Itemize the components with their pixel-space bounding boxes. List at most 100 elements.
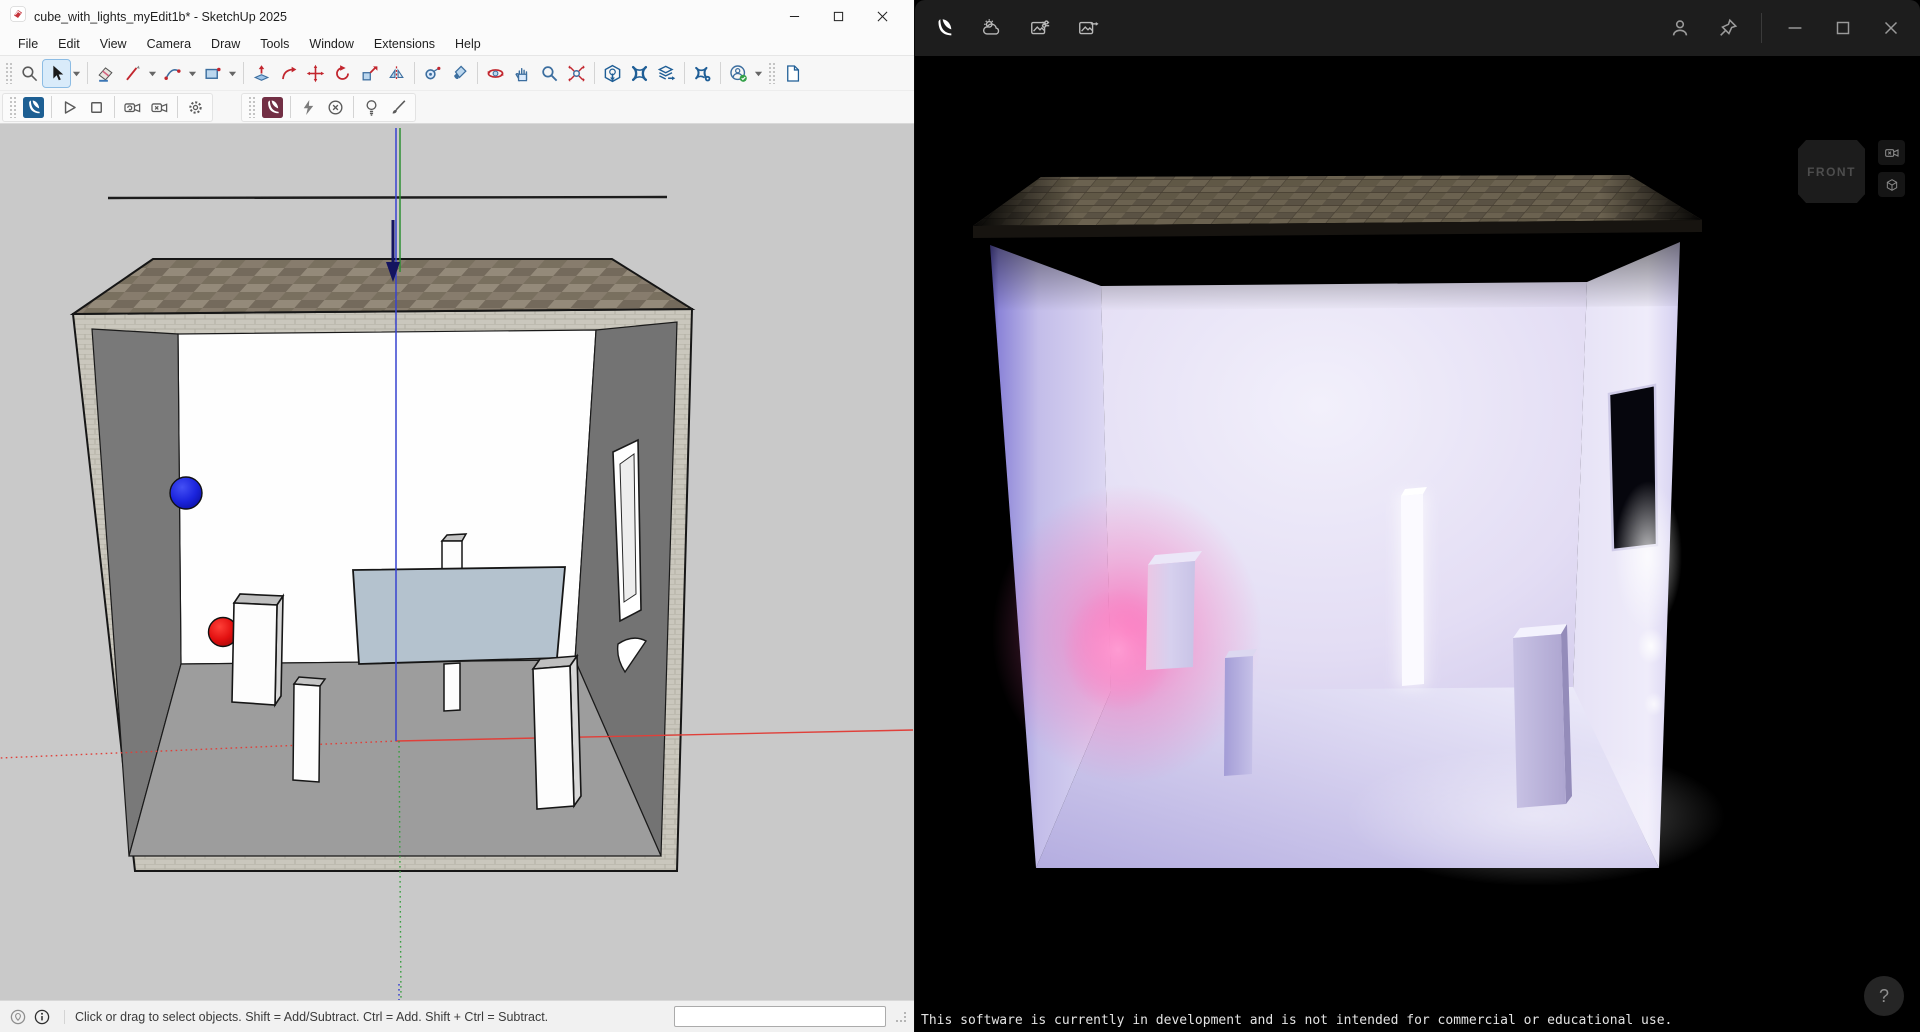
camera-unsync-icon[interactable]	[146, 94, 173, 121]
vantage-logo-blue-icon[interactable]	[20, 94, 47, 121]
toolbar-separator	[720, 62, 721, 84]
minimize-button[interactable]	[772, 2, 816, 32]
window-title: cube_with_lights_myEdit1b* - SketchUp 20…	[34, 10, 772, 24]
camera-sync-icon[interactable]	[119, 94, 146, 121]
vantage-titlebar[interactable]	[915, 0, 1920, 56]
sketchup-logo-icon	[10, 6, 26, 27]
pin-icon[interactable]	[1709, 9, 1747, 47]
desktop: cube_with_lights_myEdit1b* - SketchUp 20…	[0, 0, 1920, 1032]
light-bulb-icon[interactable]	[358, 94, 385, 121]
measurements-input[interactable]	[674, 1006, 886, 1027]
render-canvas[interactable]	[915, 56, 1920, 1032]
image-adjustments-icon[interactable]	[1021, 9, 1059, 47]
vantage-logo-maroon-icon[interactable]	[259, 94, 286, 121]
toolbar-separator	[1761, 13, 1762, 43]
panel-top-box[interactable]	[442, 541, 462, 570]
vantage-live-link-toolbar	[2, 93, 213, 122]
main-toolbar	[0, 55, 914, 91]
settings-gear-icon[interactable]	[182, 94, 209, 121]
push-pull-tool-button[interactable]	[248, 60, 275, 87]
line-tool-dropdown[interactable]	[146, 60, 159, 87]
development-disclaimer: This software is currently in developmen…	[918, 1012, 1675, 1029]
menu-view[interactable]: View	[90, 35, 137, 53]
panel-bottom-post[interactable]	[444, 663, 460, 711]
vantage-logo-icon[interactable]	[925, 9, 963, 47]
sync-settings-icon[interactable]	[689, 60, 716, 87]
flash-icon[interactable]	[295, 94, 322, 121]
rotate-tool-button[interactable]	[329, 60, 356, 87]
move-tool-button[interactable]	[302, 60, 329, 87]
menu-extensions[interactable]: Extensions	[364, 35, 445, 53]
account-icon[interactable]	[725, 60, 752, 87]
toolbar-grip[interactable]	[9, 96, 17, 118]
close-button[interactable]	[860, 2, 904, 32]
disable-circle-x-icon[interactable]	[322, 94, 349, 121]
menu-file[interactable]: File	[8, 35, 48, 53]
scale-tool-button[interactable]	[356, 60, 383, 87]
vantage-lights-toolbar	[241, 93, 416, 122]
camera-view-toggle-button[interactable]	[1878, 140, 1905, 165]
close-icon[interactable]	[1872, 9, 1910, 47]
menu-help[interactable]: Help	[445, 35, 491, 53]
floor[interactable]	[129, 660, 661, 856]
blue-light-sphere[interactable]	[170, 477, 202, 509]
paint-brush-icon[interactable]	[385, 94, 412, 121]
account-person-icon[interactable]	[1661, 9, 1699, 47]
stop-icon[interactable]	[83, 94, 110, 121]
screen-panel[interactable]	[353, 567, 565, 664]
render-pillar-emissive	[1397, 487, 1427, 688]
flip-tool-button[interactable]	[383, 60, 410, 87]
menu-camera[interactable]: Camera	[137, 35, 201, 53]
menu-draw[interactable]: Draw	[201, 35, 250, 53]
minimize-icon[interactable]	[1776, 9, 1814, 47]
toolbar-grip[interactable]	[768, 62, 776, 84]
maximize-button[interactable]	[816, 2, 860, 32]
paint-bucket-tool-button[interactable]	[446, 60, 473, 87]
warehouse-download-icon[interactable]	[599, 60, 626, 87]
follow-me-tool-button[interactable]	[275, 60, 302, 87]
rectangle-tool-dropdown[interactable]	[226, 60, 239, 87]
toolbar-separator	[684, 62, 685, 84]
layers-export-icon[interactable]	[653, 60, 680, 87]
arc-tool-button[interactable]	[159, 60, 186, 87]
info-icon[interactable]	[32, 1007, 52, 1027]
ceiling-plane-edge[interactable]	[108, 197, 667, 198]
maximize-icon[interactable]	[1824, 9, 1862, 47]
line-tool-button[interactable]	[119, 60, 146, 87]
account-dropdown[interactable]	[752, 60, 765, 87]
environment-weather-icon[interactable]	[973, 9, 1011, 47]
search-tool-button[interactable]	[16, 60, 43, 87]
rectangle-tool-button[interactable]	[199, 60, 226, 87]
geolocation-icon[interactable]	[8, 1007, 28, 1027]
toolbar-grip[interactable]	[5, 62, 13, 84]
orbit-tool-button[interactable]	[482, 60, 509, 87]
sketchup-viewport[interactable]	[0, 124, 914, 1000]
pillar-right-tall[interactable]	[533, 656, 581, 809]
zoom-extents-tool-button[interactable]	[563, 60, 590, 87]
menu-tools[interactable]: Tools	[250, 35, 299, 53]
arc-tool-dropdown[interactable]	[186, 60, 199, 87]
connect-sync-icon[interactable]	[626, 60, 653, 87]
sketchup-titlebar[interactable]: cube_with_lights_myEdit1b* - SketchUp 20…	[0, 0, 914, 33]
image-export-icon[interactable]	[1069, 9, 1107, 47]
vantage-topbar-right	[1661, 9, 1910, 47]
toolbar-grip[interactable]	[248, 96, 256, 118]
axes-cube-toggle-button[interactable]	[1878, 172, 1905, 197]
zoom-tool-button[interactable]	[536, 60, 563, 87]
vantage-render-viewport[interactable]: FRONT This software is currently in deve…	[915, 56, 1920, 1032]
resize-grip[interactable]	[896, 1012, 906, 1022]
new-document-icon[interactable]	[779, 60, 806, 87]
sketchup-scene-canvas[interactable]	[0, 124, 914, 1000]
eraser-tool-button[interactable]	[92, 60, 119, 87]
select-tool-button[interactable]	[43, 60, 70, 87]
tape-measure-tool-button[interactable]	[419, 60, 446, 87]
play-icon[interactable]	[56, 94, 83, 121]
roof-top-face[interactable]	[73, 259, 692, 314]
view-cube[interactable]: FRONT	[1798, 140, 1865, 203]
help-button[interactable]: ?	[1864, 976, 1904, 1016]
menu-window[interactable]: Window	[299, 35, 363, 53]
menu-edit[interactable]: Edit	[48, 35, 90, 53]
select-tool-dropdown[interactable]	[70, 60, 83, 87]
pan-tool-button[interactable]	[509, 60, 536, 87]
pillar-left-tall[interactable]	[232, 594, 283, 705]
